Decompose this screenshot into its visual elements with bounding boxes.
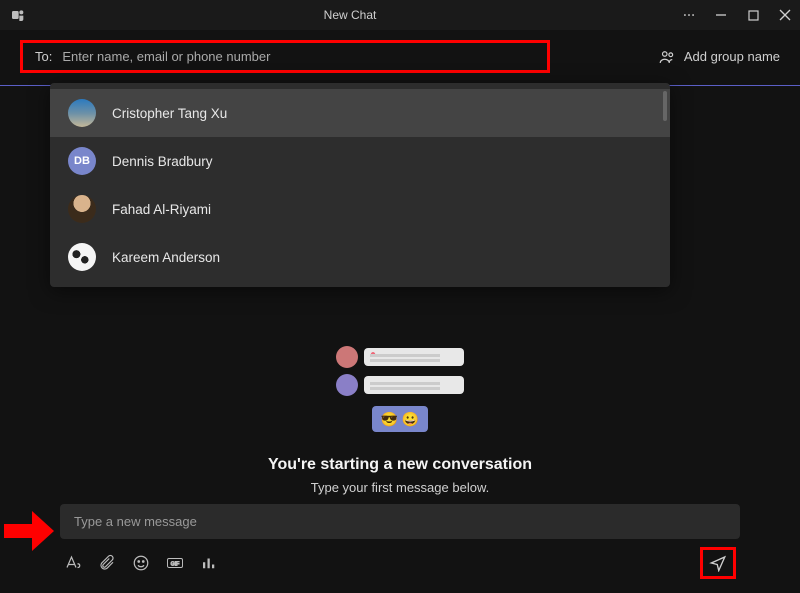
maximize-button[interactable] [738, 0, 768, 30]
to-field-callout: To: [20, 40, 550, 73]
suggestion-item[interactable]: Fahad Al-Riyami [50, 185, 670, 233]
people-icon [658, 48, 676, 66]
suggestion-item[interactable]: Kareem Anderson [50, 233, 670, 281]
illustration-emoji-icon: 😎 😀 [372, 406, 428, 432]
illustration: 😎 😀 [336, 346, 464, 432]
ellipsis-icon [682, 8, 696, 22]
compose-toolbar: GIF [60, 547, 740, 579]
empty-state-subline: Type your first message below. [311, 480, 489, 495]
illustration-avatar-icon [336, 374, 358, 396]
add-group-name-label: Add group name [684, 49, 780, 64]
minimize-button[interactable] [706, 0, 736, 30]
send-button-callout [700, 547, 736, 579]
illustration-bubble-icon [364, 376, 464, 394]
poll-icon[interactable] [200, 554, 218, 572]
window-controls [674, 0, 800, 30]
svg-text:GIF: GIF [171, 561, 180, 567]
emoji-icon[interactable] [132, 554, 150, 572]
close-icon [779, 9, 791, 21]
attach-icon[interactable] [98, 554, 116, 572]
suggestion-item[interactable]: DB Dennis Bradbury [50, 137, 670, 185]
people-suggestions-dropdown: Cristopher Tang Xu DB Dennis Bradbury Fa… [50, 83, 670, 287]
avatar [68, 195, 96, 223]
minimize-icon [715, 9, 727, 21]
compose-input[interactable] [74, 514, 726, 529]
add-group-name-button[interactable]: Add group name [658, 48, 780, 66]
send-button[interactable] [709, 554, 727, 572]
maximize-icon [748, 10, 759, 21]
suggestion-name: Fahad Al-Riyami [112, 202, 211, 217]
empty-state-headline: You're starting a new conversation [268, 456, 532, 474]
ellipsis-button[interactable] [674, 0, 704, 30]
illustration-avatar-icon [336, 346, 358, 368]
avatar: DB [68, 147, 96, 175]
gif-icon[interactable]: GIF [166, 554, 184, 572]
suggestions-scrollbar[interactable] [663, 91, 667, 121]
illustration-bubble-icon [364, 348, 464, 366]
window-title: New Chat [26, 8, 674, 22]
compose-box[interactable] [60, 504, 740, 539]
titlebar: New Chat [0, 0, 800, 30]
avatar [68, 99, 96, 127]
suggestion-name: Cristopher Tang Xu [112, 106, 227, 121]
titlebar-left [10, 7, 26, 23]
avatar [68, 243, 96, 271]
suggestion-name: Kareem Anderson [112, 250, 220, 265]
close-button[interactable] [770, 0, 800, 30]
to-label: To: [35, 49, 52, 64]
compose-area: GIF [0, 504, 800, 593]
to-row: To: Add group name [0, 30, 800, 85]
suggestion-item[interactable]: Cristopher Tang Xu [50, 89, 670, 137]
teams-logo-icon [10, 7, 26, 23]
send-icon [709, 554, 727, 572]
suggestion-name: Dennis Bradbury [112, 154, 213, 169]
to-input[interactable] [62, 49, 535, 64]
format-icon[interactable] [64, 554, 82, 572]
